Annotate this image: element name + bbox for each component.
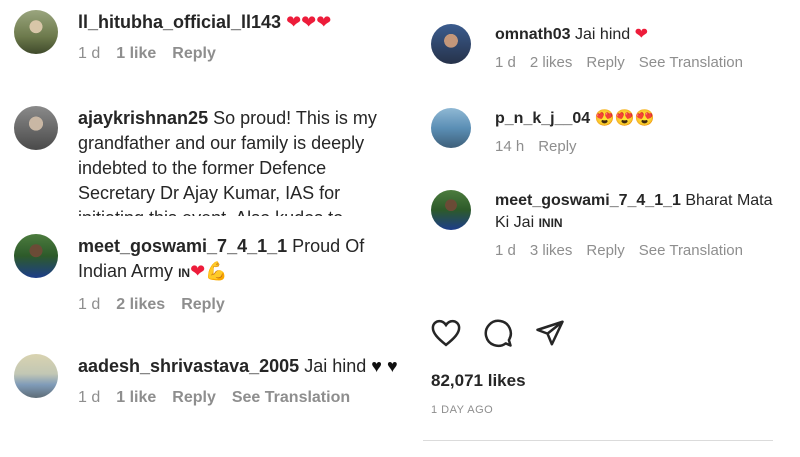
black-heart-emoji: ♥ ♥ — [371, 356, 398, 376]
comment-time: 1 d — [495, 54, 516, 71]
comment-likes[interactable]: 1 like — [116, 45, 156, 63]
comment-bubble-icon[interactable] — [483, 318, 513, 348]
comment-text: Jai hind — [304, 356, 367, 376]
heart-emoji: ❤ — [634, 26, 649, 43]
see-translation-link[interactable]: See Translation — [639, 242, 743, 259]
comment-username[interactable]: aadesh_shrivastava_2005 — [78, 356, 299, 376]
reply-button[interactable]: Reply — [172, 389, 216, 407]
avatar[interactable] — [431, 24, 471, 64]
comment-item: ajaykrishnan25 So proud! This is my gran… — [14, 106, 408, 216]
india-flag-icon: ININ — [538, 216, 563, 230]
comment-username[interactable]: ajaykrishnan25 — [78, 108, 208, 128]
reply-button[interactable]: Reply — [586, 54, 624, 71]
comment-time: 1 d — [78, 389, 101, 406]
avatar[interactable] — [431, 190, 471, 230]
comments-column-left: ll_hitubha_official_ll143 ❤❤❤ 1 d 1 like… — [0, 0, 413, 457]
post-date: 1 DAY AGO — [431, 404, 494, 416]
divider — [423, 440, 773, 441]
see-translation-link[interactable]: See Translation — [232, 389, 350, 407]
reply-button[interactable]: Reply — [181, 296, 225, 314]
comment-username[interactable]: meet_goswami_7_4_1_1 — [78, 236, 287, 256]
avatar[interactable] — [14, 10, 58, 54]
comment-time: 1 d — [78, 296, 101, 313]
reply-button[interactable]: Reply — [172, 45, 216, 63]
heart-muscle-emoji: ❤💪 — [190, 261, 228, 281]
reply-button[interactable]: Reply — [586, 242, 624, 259]
avatar[interactable] — [14, 354, 58, 398]
avatar[interactable] — [431, 108, 471, 148]
avatar[interactable] — [14, 234, 58, 278]
comment-time: 1 d — [495, 242, 516, 259]
comment-username[interactable]: ll_hitubha_official_ll143 — [78, 12, 281, 32]
reply-button[interactable]: Reply — [538, 138, 576, 155]
comment-username[interactable]: p_n_k_j__04 — [495, 110, 590, 127]
post-likes-count[interactable]: 82,071 likes — [431, 371, 526, 391]
post-actions — [431, 318, 565, 348]
comment-time: 1 d — [78, 45, 101, 62]
comment-likes[interactable]: 3 likes — [530, 242, 573, 259]
heart-emoji: ❤❤❤ — [286, 12, 332, 32]
comment-likes[interactable]: 1 like — [116, 389, 156, 407]
comment-item: meet_goswami_7_4_1_1 Bharat Mata Ki Jai … — [431, 190, 785, 259]
comment-likes[interactable]: 2 likes — [530, 54, 573, 71]
comment-item: meet_goswami_7_4_1_1 Proud Of Indian Arm… — [14, 234, 408, 314]
comment-time: 14 h — [495, 138, 525, 155]
comment-item: p_n_k_j__04 😍😍😍 14 h Reply — [431, 108, 654, 155]
comment-item: aadesh_shrivastava_2005 Jai hind ♥ ♥ 1 d… — [14, 354, 418, 407]
star-eyes-emoji: 😍😍😍 — [594, 110, 655, 127]
india-flag-icon: IN — [178, 266, 191, 280]
column-gap — [413, 0, 423, 457]
avatar[interactable] — [14, 106, 58, 150]
comment-text: Jai hind — [575, 26, 631, 43]
heart-outline-icon[interactable] — [431, 319, 461, 347]
comment-likes[interactable]: 2 likes — [116, 296, 165, 314]
comment-item: omnath03 Jai hind ❤ 1 d 2 likes Reply Se… — [431, 24, 743, 71]
comment-username[interactable]: meet_goswami_7_4_1_1 — [495, 192, 681, 209]
paper-plane-icon[interactable] — [535, 319, 565, 347]
see-translation-link[interactable]: See Translation — [639, 54, 743, 71]
comment-username[interactable]: omnath03 — [495, 26, 571, 43]
comment-item: ll_hitubha_official_ll143 ❤❤❤ 1 d 1 like… — [14, 10, 331, 63]
